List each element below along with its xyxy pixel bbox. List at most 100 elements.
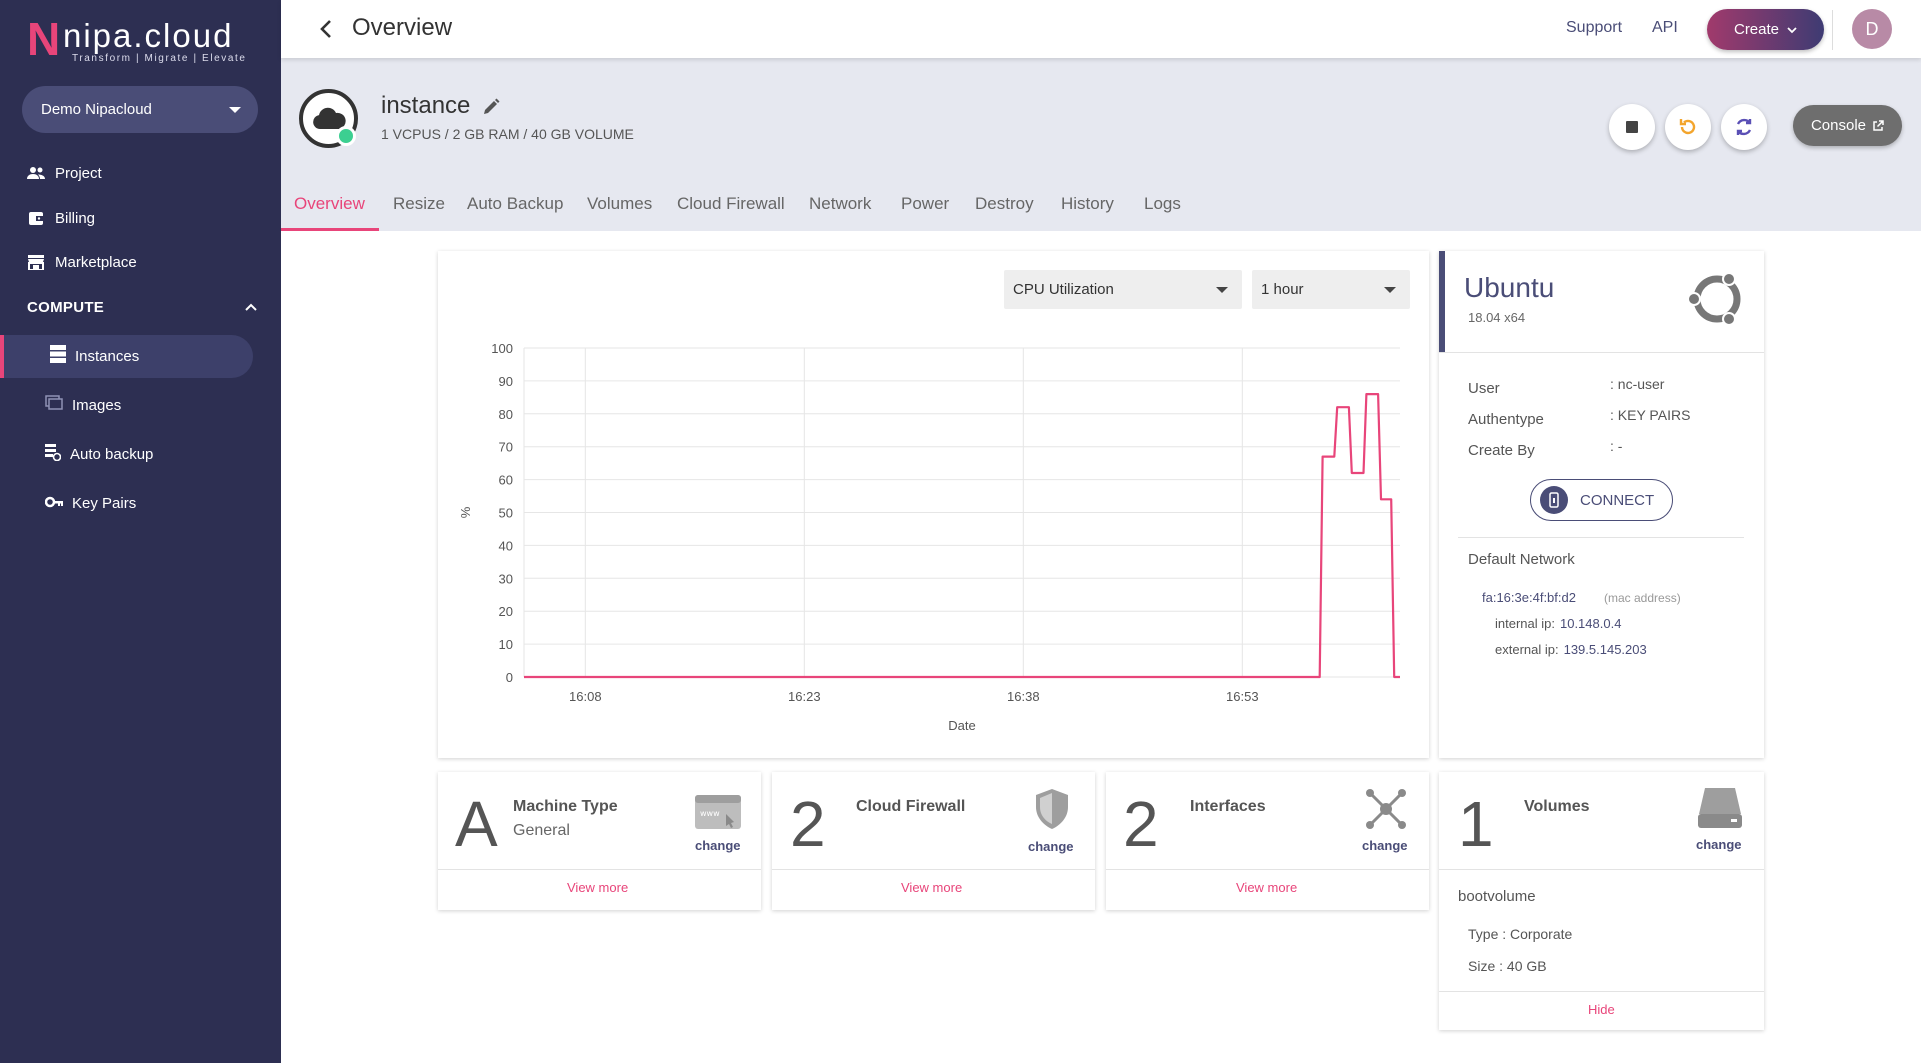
- edit-pencil-icon[interactable]: [482, 98, 500, 116]
- x-axis-label: Date: [948, 718, 975, 733]
- restart-icon: [1679, 119, 1696, 135]
- logo-mark: N: [27, 13, 60, 65]
- tab-cloud-firewall[interactable]: Cloud Firewall: [677, 190, 785, 231]
- chevron-down-icon: [1787, 26, 1797, 33]
- volume-hide-link[interactable]: Hide: [1588, 1002, 1615, 1017]
- create-button-label: Create: [1733, 21, 1780, 38]
- page-title: Overview: [352, 14, 453, 41]
- y-tick-label: 20: [499, 604, 513, 619]
- authtype-label: Authentype: [1468, 411, 1544, 428]
- internal-ip-row: internal ip: 10.148.0.4: [1495, 616, 1621, 631]
- machine-type-view-more[interactable]: View more: [567, 880, 628, 895]
- sidebar-item-project[interactable]: Project: [27, 158, 102, 188]
- cloud-firewall-count: 2: [790, 788, 826, 860]
- tab-logs[interactable]: Logs: [1144, 190, 1181, 231]
- tab-overview[interactable]: Overview: [294, 190, 365, 231]
- y-tick-label: 0: [506, 670, 513, 685]
- sidebar-item-billing[interactable]: Billing: [27, 203, 95, 233]
- x-tick-label: 16:08: [569, 689, 602, 704]
- cloud-firewall-change-link[interactable]: change: [1028, 839, 1074, 854]
- sidebar-item-auto-backup[interactable]: Auto backup: [45, 439, 153, 469]
- connect-button-label: CONNECT: [1580, 491, 1655, 509]
- authtype-value: : KEY PAIRS: [1610, 407, 1691, 423]
- sidebar-item-marketplace[interactable]: Marketplace: [27, 247, 137, 277]
- create-by-value: : -: [1610, 438, 1623, 454]
- x-tick-label: 16:53: [1226, 689, 1259, 704]
- default-network-title: Default Network: [1468, 551, 1575, 568]
- volume-size: Size : 40 GB: [1468, 958, 1547, 974]
- project-select-value: Demo Nipacloud: [41, 101, 152, 118]
- sidebar-item-key-pairs[interactable]: Key Pairs: [44, 488, 137, 518]
- shield-icon: [1036, 789, 1068, 829]
- api-link[interactable]: API: [1652, 19, 1678, 37]
- y-tick-label: 50: [499, 506, 513, 521]
- internal-ip-value[interactable]: 10.148.0.4: [1560, 616, 1621, 631]
- user-avatar[interactable]: D: [1852, 9, 1892, 49]
- cloud-firewall-view-more[interactable]: View more: [901, 880, 962, 895]
- tab-network[interactable]: Network: [809, 190, 871, 231]
- tab-power[interactable]: Power: [901, 190, 949, 231]
- connect-button[interactable]: CONNECT: [1530, 479, 1673, 521]
- volumes-change-link[interactable]: change: [1696, 837, 1742, 852]
- machine-type-letter: A: [455, 788, 498, 860]
- external-ip-value[interactable]: 139.5.145.203: [1564, 642, 1647, 657]
- interfaces-count: 2: [1123, 788, 1159, 860]
- logo-name: nipa.cloud: [63, 17, 234, 54]
- caret-down-icon: [1216, 287, 1228, 293]
- y-tick-label: 80: [499, 407, 513, 422]
- store-icon: [27, 253, 45, 271]
- sidebar-section-compute[interactable]: COMPUTE: [27, 295, 257, 319]
- metric-select-value: CPU Utilization: [1013, 281, 1114, 298]
- machine-type-change-link[interactable]: change: [695, 838, 741, 853]
- machine-type-value: General: [513, 822, 570, 839]
- project-select[interactable]: Demo Nipacloud: [22, 86, 258, 133]
- tab-auto-backup[interactable]: Auto Backup: [467, 190, 563, 231]
- restart-button[interactable]: [1665, 104, 1711, 150]
- refresh-button[interactable]: [1721, 104, 1767, 150]
- machine-type-title: Machine Type: [513, 798, 618, 815]
- mac-address[interactable]: fa:16:3e:4f:bf:d2: [1482, 590, 1576, 605]
- create-button[interactable]: Create: [1707, 9, 1824, 50]
- interfaces-title: Interfaces: [1190, 798, 1266, 815]
- external-link-icon: [1873, 119, 1884, 131]
- x-tick-label: 16:23: [788, 689, 821, 704]
- sidebar: N nipa.cloud Transform | Migrate | Eleva…: [0, 0, 281, 1063]
- stop-button[interactable]: [1609, 104, 1655, 150]
- support-link[interactable]: Support: [1566, 19, 1622, 37]
- tab-volumes[interactable]: Volumes: [587, 190, 652, 231]
- brand-logo[interactable]: N nipa.cloud Transform | Migrate | Eleva…: [27, 16, 257, 66]
- internal-ip-label: internal ip:: [1495, 616, 1555, 631]
- y-tick-label: 30: [499, 571, 513, 586]
- tab-destroy[interactable]: Destroy: [975, 190, 1034, 231]
- sidebar-item-label: Key Pairs: [72, 494, 137, 512]
- range-select[interactable]: 1 hour: [1252, 270, 1410, 309]
- sidebar-item-images[interactable]: Images: [45, 390, 121, 420]
- backup-icon: [45, 443, 62, 465]
- sidebar-item-instances[interactable]: Instances: [50, 341, 139, 371]
- caret-down-icon: [1384, 287, 1396, 293]
- external-ip-row: external ip: 139.5.145.203: [1495, 642, 1647, 657]
- interfaces-change-link[interactable]: change: [1362, 838, 1408, 853]
- metric-select[interactable]: CPU Utilization: [1004, 270, 1242, 309]
- sidebar-item-label: Auto backup: [70, 445, 154, 463]
- y-tick-label: 10: [499, 637, 513, 652]
- tab-resize[interactable]: Resize: [393, 190, 445, 231]
- users-icon: [27, 164, 45, 182]
- os-card-accent: [1439, 251, 1445, 352]
- volume-type: Type : Corporate: [1468, 926, 1573, 942]
- interfaces-view-more[interactable]: View more: [1236, 880, 1297, 895]
- logo-tagline: Transform | Migrate | Elevate: [72, 53, 247, 64]
- sidebar-item-label: Instances: [75, 347, 140, 365]
- console-button[interactable]: Console: [1793, 105, 1902, 146]
- back-arrow-icon[interactable]: [318, 18, 336, 40]
- os-version: 18.04 x64: [1468, 310, 1526, 325]
- sidebar-section-label: COMPUTE: [27, 298, 105, 316]
- hard-drive-icon: [1698, 788, 1742, 828]
- sidebar-item-label: Billing: [55, 209, 96, 227]
- y-tick-label: 40: [499, 538, 513, 553]
- network-hub-icon: [1366, 789, 1406, 829]
- mac-address-label: (mac address): [1604, 591, 1681, 605]
- y-tick-label: 70: [499, 440, 513, 455]
- tab-history[interactable]: History: [1061, 190, 1114, 231]
- caret-down-icon: [229, 107, 241, 113]
